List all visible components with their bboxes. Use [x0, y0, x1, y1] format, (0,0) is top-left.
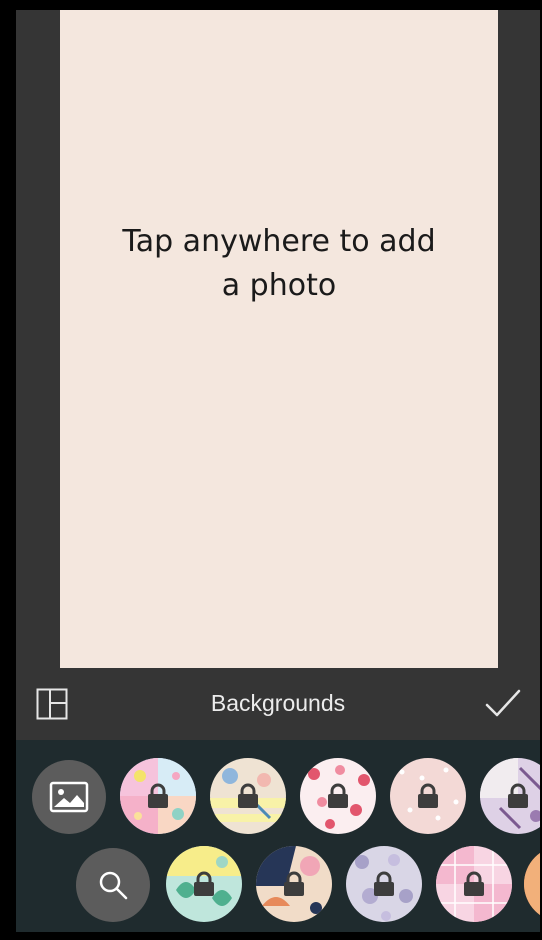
lock-icon: [464, 871, 484, 896]
pattern-swatch: [524, 846, 540, 922]
lock-icon: [328, 783, 348, 808]
background-swatch-8[interactable]: [346, 846, 422, 922]
background-swatch-6[interactable]: [166, 846, 242, 922]
collage-canvas[interactable]: Tap anywhere to add a photo: [60, 10, 498, 668]
background-swatch-4[interactable]: [390, 758, 466, 834]
lock-icon: [194, 871, 214, 896]
toolbar-title: Backgrounds: [210, 690, 346, 716]
lock-icon: [418, 783, 438, 808]
lock-icon: [284, 871, 304, 896]
app-screen: Tap anywhere to add a photo Backgrounds: [16, 10, 540, 932]
background-swatch-2[interactable]: [210, 758, 286, 834]
background-swatch-9[interactable]: [436, 846, 512, 922]
image-icon: [49, 781, 89, 813]
add-photo-hint: Tap anywhere to add a photo: [122, 224, 436, 303]
background-swatch-7[interactable]: [256, 846, 332, 922]
layout-icon: [36, 688, 68, 720]
background-swatch-1[interactable]: [120, 758, 196, 834]
background-swatch-5[interactable]: [480, 758, 540, 834]
checkmark-icon: [485, 689, 521, 717]
lock-icon: [508, 783, 528, 808]
search-icon: [99, 871, 128, 900]
search-background-button[interactable]: [76, 848, 150, 922]
background-tray: [16, 740, 540, 932]
lock-icon: [238, 783, 258, 808]
background-toolbar: Backgrounds: [16, 668, 540, 740]
background-swatch-10[interactable]: [524, 846, 540, 922]
layout-button[interactable]: [36, 688, 68, 720]
lock-icon: [374, 871, 394, 896]
lock-icon: [148, 783, 168, 808]
photo-background-button[interactable]: [32, 760, 106, 834]
background-swatch-3[interactable]: [300, 758, 376, 834]
confirm-button[interactable]: [484, 686, 522, 722]
